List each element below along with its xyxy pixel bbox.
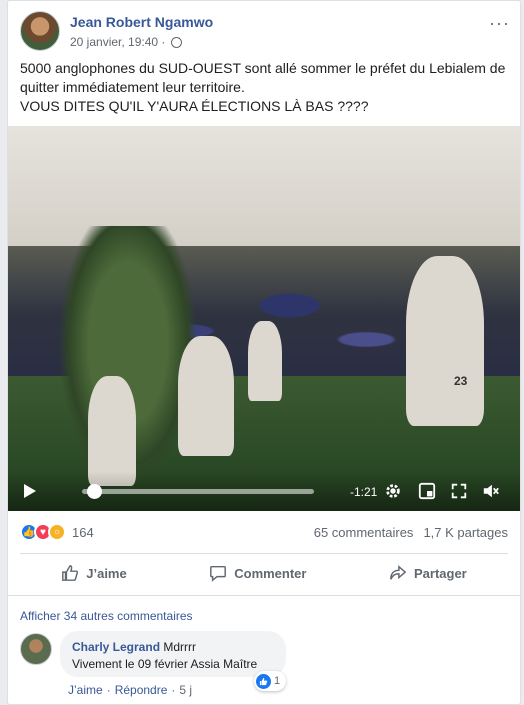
- engagement-counts: 65 commentaires 1,7 K partages: [314, 525, 508, 540]
- globe-icon: [171, 36, 183, 48]
- gear-icon[interactable]: [384, 482, 402, 500]
- comment-author[interactable]: Charly Legrand: [72, 640, 160, 654]
- seek-handle[interactable]: [86, 484, 102, 499]
- divider: [20, 553, 508, 554]
- like-button[interactable]: J’aime: [61, 564, 127, 582]
- divider: [8, 595, 520, 596]
- video-person: [178, 336, 234, 456]
- comment-label: Commenter: [234, 565, 307, 581]
- video-person: [88, 376, 136, 486]
- video-runner: 23: [406, 256, 484, 426]
- mute-icon[interactable]: [482, 482, 500, 500]
- post-actions: J’aime Commenter Partager: [20, 556, 508, 590]
- comment-age[interactable]: 5 j: [179, 683, 192, 697]
- seek-bar[interactable]: [82, 484, 314, 499]
- time-remaining: -1:21: [350, 485, 378, 499]
- post-card: Jean Robert Ngamwo 20 janvier, 19:40 · ·…: [7, 0, 521, 705]
- fullscreen-icon[interactable]: [450, 482, 468, 500]
- commenter-avatar[interactable]: [20, 633, 52, 665]
- share-label: Partager: [413, 565, 467, 581]
- separator-dot: ·: [106, 683, 111, 697]
- like-reaction-icon: [256, 673, 271, 689]
- comment-reaction-count: 1: [274, 675, 281, 687]
- comment-text-first: Mdrrrr: [163, 640, 197, 654]
- share-count[interactable]: 1,7 K partages: [423, 525, 508, 540]
- post-stats: 👍 ♥ ○ 164 65 commentaires 1,7 K partages: [20, 521, 508, 545]
- jersey-number: 23: [454, 374, 468, 388]
- comment-actions: J’aime · Répondre · 5 j: [68, 683, 192, 697]
- video-player[interactable]: 23 -1:21: [8, 126, 520, 511]
- comment-text-second: Vivement le 09 février Assia Maître: [72, 657, 258, 671]
- comment-bubble: Charly Legrand Mdrrrr Vivement le 09 fév…: [60, 631, 286, 677]
- author-name[interactable]: Jean Robert Ngamwo: [70, 14, 213, 30]
- post-timestamp[interactable]: 20 janvier, 19:40 ·: [70, 35, 165, 49]
- post-text: 5000 anglophones du SUD-OUEST sont allé …: [20, 59, 512, 116]
- share-button[interactable]: Partager: [389, 564, 467, 582]
- separator-dot: ·: [171, 683, 176, 697]
- comment-first-line: Charly Legrand Mdrrrr: [72, 639, 274, 656]
- mini-player-icon[interactable]: [418, 482, 436, 500]
- post-meta: 20 janvier, 19:40 ·: [70, 35, 183, 49]
- post-text-line: 5000 anglophones du SUD-OUEST sont allé …: [20, 60, 506, 95]
- reaction-summary[interactable]: 👍 ♥ ○ 164: [20, 523, 94, 541]
- view-more-comments-link[interactable]: Afficher 34 autres commentaires: [20, 609, 193, 623]
- comment-reaction-badge[interactable]: 1: [254, 671, 287, 691]
- wow-reaction-icon: ○: [48, 523, 66, 541]
- post-text-line: VOUS DITES QU'IL Y'AURA ÉLECTIONS LÀ BAS…: [20, 98, 369, 114]
- comment-button[interactable]: Commenter: [209, 564, 306, 582]
- author-avatar[interactable]: [20, 11, 60, 51]
- play-icon[interactable]: [24, 484, 36, 498]
- video-controls: -1:21: [8, 471, 520, 511]
- comment-icon: [210, 565, 227, 582]
- more-options-button[interactable]: ···: [489, 13, 510, 34]
- like-label: J’aime: [86, 565, 127, 581]
- comment-count[interactable]: 65 commentaires: [314, 525, 414, 540]
- thumbs-up-icon: [62, 565, 79, 581]
- share-icon: [390, 565, 407, 580]
- comment-reply-link[interactable]: Répondre: [115, 683, 168, 697]
- reaction-count: 164: [72, 524, 94, 540]
- post-header: Jean Robert Ngamwo 20 janvier, 19:40 · ·…: [20, 11, 510, 55]
- video-person: [248, 321, 282, 401]
- comment-like-link[interactable]: J’aime: [68, 683, 103, 697]
